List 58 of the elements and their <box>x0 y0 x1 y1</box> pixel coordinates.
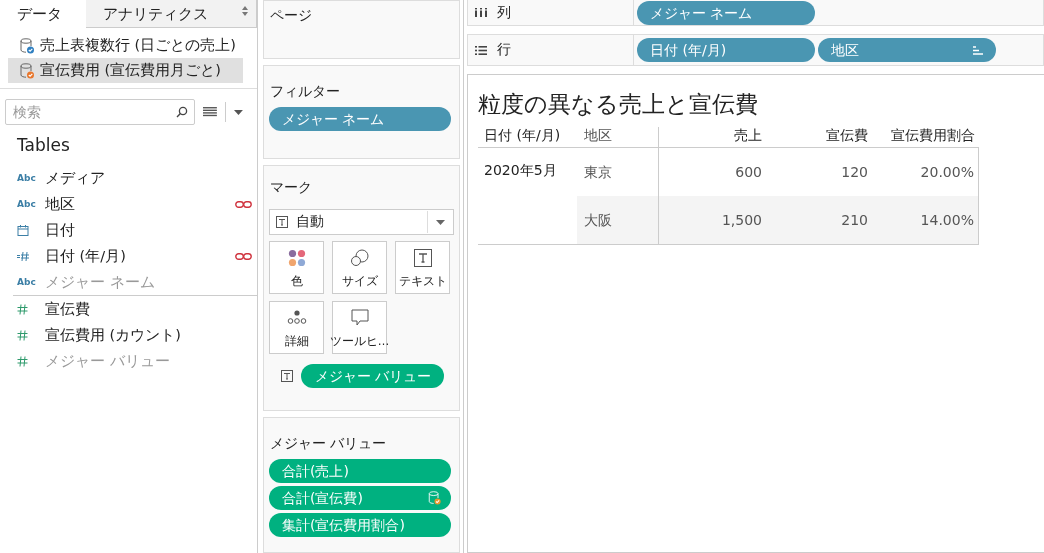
table-cell: 大阪 <box>577 196 659 244</box>
text-mark-icon <box>276 216 288 228</box>
hash-icon <box>17 355 28 367</box>
table-cell-text: 600 <box>734 163 763 182</box>
view-title: 粒度の異なる売上と宣伝費 <box>478 90 759 119</box>
size-circles-icon <box>349 249 370 267</box>
section-heading: Tables <box>16 134 71 157</box>
table-cell: 14.00% <box>870 196 979 244</box>
card-title: フィルター <box>269 82 341 101</box>
field-item[interactable]: 日付 (年/月) <box>0 243 257 269</box>
speech-bubble-icon <box>350 309 369 327</box>
table-cell: 2020年5月 <box>484 162 557 178</box>
field-item[interactable]: 宣伝費用 (カウント) <box>0 322 257 348</box>
mark-property-button[interactable]: 詳細 <box>269 301 324 354</box>
detail-dots-icon <box>286 309 307 325</box>
string-type-icon: Abc <box>17 199 36 209</box>
card-title: メジャー バリュー <box>269 434 388 453</box>
search-field[interactable]: 検索 <box>5 99 196 125</box>
data-source-item[interactable]: 売上表複数行 (日ごとの売上) <box>8 33 243 58</box>
field-item[interactable]: Abc 地区 <box>0 191 257 217</box>
string-type-icon: Abc <box>17 173 36 183</box>
database-check-icon <box>20 62 34 79</box>
text-mark-icon <box>281 370 293 382</box>
field-item[interactable]: 宣伝費 <box>0 296 257 322</box>
mark-property-button[interactable]: テキスト <box>395 241 450 294</box>
list-view-icon[interactable] <box>203 107 218 117</box>
mark-property-button[interactable]: サイズ <box>332 241 387 294</box>
string-type-icon: Abc <box>17 277 36 287</box>
search-icon <box>176 106 189 118</box>
table-cell-text: 120 <box>840 163 869 182</box>
rows-icon <box>475 45 487 55</box>
table-cell: 1,500 <box>659 196 764 244</box>
column-header: 地区 <box>577 127 659 147</box>
column-header: 売上 <box>733 127 763 145</box>
mark-property-button[interactable]: ツールヒ… <box>332 301 387 354</box>
dropdown-caret-icon <box>436 219 445 225</box>
field-item[interactable]: 日付 <box>0 217 257 243</box>
hash-icon <box>17 329 28 341</box>
card-title: マーク <box>269 178 313 197</box>
mark-type-dropdown[interactable]: 自動 <box>269 209 454 235</box>
data-source-item[interactable]: 宣伝費用 (宣伝費用月ごと) <box>8 58 243 83</box>
dropdown-caret-icon[interactable] <box>234 109 243 115</box>
column-header: 宣伝費用割合 <box>890 127 976 145</box>
mark-property-button[interactable]: 色 <box>269 241 324 294</box>
text-mark-icon <box>413 249 432 267</box>
database-check-icon <box>20 37 34 54</box>
calendar-icon <box>17 224 29 236</box>
card-title: ページ <box>269 6 313 25</box>
panel-tab[interactable]: アナリティクス <box>86 0 257 28</box>
up-down-icon[interactable] <box>242 6 248 16</box>
table-cell: 210 <box>764 196 870 244</box>
panel-tab[interactable]: データ <box>0 0 86 28</box>
column-header: 日付 (年/月) <box>483 127 562 145</box>
shelf-label: 行 <box>497 41 511 59</box>
column-header: 宣伝費 <box>825 127 869 145</box>
field-item[interactable]: Abc メディア <box>0 165 257 191</box>
color-dots-icon <box>287 249 306 267</box>
hash-icon <box>17 303 28 315</box>
